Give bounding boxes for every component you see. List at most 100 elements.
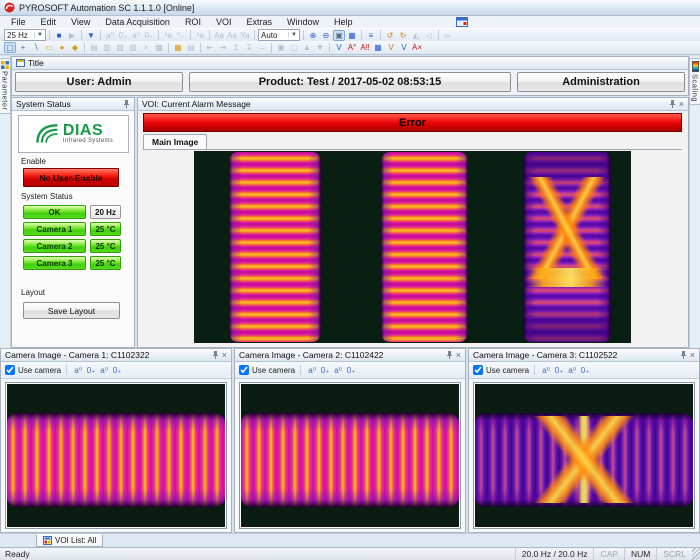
camera-settings-icon[interactable]: 0₊ <box>579 365 591 376</box>
range-reset-icon[interactable]: Ya <box>239 30 251 41</box>
administration-button[interactable]: Administration <box>517 72 685 92</box>
paste-roi-icon[interactable]: ▧ <box>114 42 126 53</box>
scaling-side-tab[interactable]: Scaling <box>689 58 700 105</box>
camera-settings-icon[interactable]: 0₊ <box>111 365 123 376</box>
flip-horizontal-icon[interactable]: ◭ <box>410 30 422 41</box>
camera2-thermal-image[interactable] <box>241 384 459 527</box>
pin-icon[interactable] <box>680 351 687 359</box>
close-icon[interactable]: × <box>679 100 684 109</box>
clear-rois-icon[interactable]: ▩ <box>153 42 165 53</box>
status-ok-button[interactable]: OK <box>23 205 86 219</box>
enable-button[interactable]: No User-Enable <box>23 168 119 187</box>
pin-icon[interactable] <box>212 351 219 359</box>
voi-save-icon[interactable]: V <box>385 42 397 53</box>
use-camera-checkbox[interactable] <box>5 365 15 375</box>
pointer-mode-icon[interactable]: ▻ <box>442 30 454 41</box>
camera-stop-icon[interactable]: 0₊ <box>553 365 565 376</box>
status-camera3-button[interactable]: Camera 3 <box>23 256 86 270</box>
camera1-thermal-image[interactable] <box>7 384 225 527</box>
menu-extras[interactable]: Extras <box>239 17 279 27</box>
fit-to-window-icon[interactable]: ▣ <box>333 30 345 41</box>
product-button[interactable]: Product: Test / 2017-05-02 08:53:15 <box>189 72 511 92</box>
zoom-out-icon[interactable]: ⊖ <box>320 30 332 41</box>
raise-roi-icon[interactable]: ▲ <box>301 42 313 53</box>
status-camera2-temp[interactable]: 25 °C <box>90 239 121 253</box>
record-icon[interactable]: ⁹a <box>162 30 174 41</box>
menu-file[interactable]: File <box>4 17 33 27</box>
scaling-mode-select[interactable]: Auto ▼ <box>258 29 300 41</box>
assign-camera-1-icon[interactable]: a⁰ <box>104 30 116 41</box>
ungroup-rois-icon[interactable]: ▢ <box>288 42 300 53</box>
assign-camera-2-icon[interactable]: 0₊ <box>117 30 129 41</box>
pin-icon[interactable] <box>446 351 453 359</box>
draw-rectangle-icon[interactable]: ▭ <box>43 42 55 53</box>
parameter-side-tab[interactable]: Parameter <box>0 58 11 114</box>
zoom-in-icon[interactable]: ⊕ <box>307 30 319 41</box>
status-camera1-button[interactable]: Camera 1 <box>23 222 86 236</box>
frequency-select[interactable]: 25 Hz ▼ <box>4 29 46 41</box>
camera-stop-icon[interactable]: 0₊ <box>319 365 331 376</box>
flip-vertical-icon[interactable]: ◁ <box>423 30 435 41</box>
voi-table-icon[interactable]: ▦ <box>372 42 384 53</box>
camera3-thermal-image[interactable] <box>475 384 693 527</box>
camera-snapshot-icon[interactable]: a⁰ <box>332 365 344 376</box>
draw-polygon-icon[interactable]: ◆ <box>69 42 81 53</box>
cut-roi-icon[interactable]: ▥ <box>101 42 113 53</box>
align-left-icon[interactable]: ⇤ <box>204 42 216 53</box>
rotate-left-icon[interactable]: ↺ <box>384 30 396 41</box>
menu-roi[interactable]: ROI <box>178 17 208 27</box>
save-layout-button[interactable]: Save Layout <box>23 302 120 319</box>
snapshot-icon[interactable]: ⁹a <box>194 30 206 41</box>
range-upper-icon[interactable]: Aa <box>213 30 225 41</box>
camera-stop-icon[interactable]: 0₊ <box>85 365 97 376</box>
status-camera1-temp[interactable]: 25 °C <box>90 222 121 236</box>
draw-line-icon[interactable]: ∖ <box>30 42 42 53</box>
range-lower-icon[interactable]: Aa <box>226 30 238 41</box>
docking-window-icon[interactable] <box>456 17 468 27</box>
alarm-reset-icon[interactable]: A° <box>346 42 358 53</box>
palette-icon[interactable]: ≡ <box>365 30 377 41</box>
lower-roi-icon[interactable]: ▼ <box>314 42 326 53</box>
menu-view[interactable]: View <box>64 17 97 27</box>
close-icon[interactable]: × <box>690 351 695 360</box>
status-camera2-button[interactable]: Camera 2 <box>23 239 86 253</box>
record-stop-icon[interactable]: ⁰₋ <box>175 30 187 41</box>
voi-copy-icon[interactable]: ▦ <box>172 42 184 53</box>
voi-validate-icon[interactable]: V <box>333 42 345 53</box>
status-rate-button[interactable]: 20 Hz <box>90 205 121 219</box>
draw-ellipse-icon[interactable]: ● <box>56 42 68 53</box>
assign-camera-3-icon[interactable]: a⁰ <box>130 30 142 41</box>
menu-help[interactable]: Help <box>327 17 360 27</box>
user-button[interactable]: User: Admin <box>15 72 183 92</box>
tab-main-image[interactable]: Main Image <box>143 134 207 149</box>
align-top-icon[interactable]: ↥ <box>230 42 242 53</box>
menu-edit[interactable]: Edit <box>34 17 64 27</box>
draw-point-icon[interactable]: + <box>17 42 29 53</box>
original-size-icon[interactable]: ▦ <box>346 30 358 41</box>
align-right-icon[interactable]: ⇥ <box>217 42 229 53</box>
voi-list-tab[interactable]: VOI List: All <box>36 534 103 547</box>
close-icon[interactable]: × <box>222 351 227 360</box>
filter-icon[interactable]: ▼ <box>85 30 97 41</box>
alarm-reset-all-icon[interactable]: A‼ <box>359 42 371 53</box>
close-icon[interactable]: × <box>456 351 461 360</box>
play-icon[interactable]: ▶ <box>66 30 78 41</box>
use-camera-checkbox[interactable] <box>473 365 483 375</box>
voi-paste-icon[interactable]: ▤ <box>185 42 197 53</box>
menu-window[interactable]: Window <box>280 17 326 27</box>
distribute-icon[interactable]: ↔ <box>256 42 268 53</box>
delete-roi-icon[interactable]: × <box>140 42 152 53</box>
camera-live-icon[interactable]: a⁰ <box>72 365 84 376</box>
pin-icon[interactable] <box>669 100 676 108</box>
camera-live-icon[interactable]: a⁰ <box>540 365 552 376</box>
status-camera3-temp[interactable]: 25 °C <box>90 256 121 270</box>
alarm-delete-icon[interactable]: A× <box>411 42 423 53</box>
copy-roi-icon[interactable]: ▤ <box>88 42 100 53</box>
camera-snapshot-icon[interactable]: a⁰ <box>566 365 578 376</box>
assign-camera-4-icon[interactable]: 0₊ <box>143 30 155 41</box>
camera-live-icon[interactable]: a⁰ <box>306 365 318 376</box>
use-camera-checkbox[interactable] <box>239 365 249 375</box>
main-thermal-image[interactable] <box>194 151 631 343</box>
resize-grip[interactable] <box>692 548 700 560</box>
duplicate-roi-icon[interactable]: ▨ <box>127 42 139 53</box>
